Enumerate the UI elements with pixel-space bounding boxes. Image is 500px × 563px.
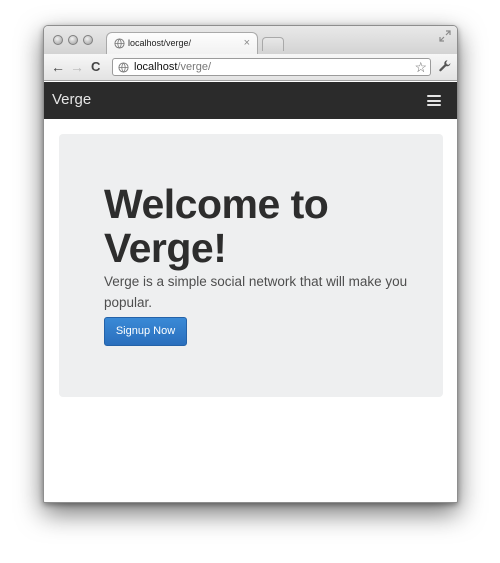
- back-arrow-icon[interactable]: ←: [51, 59, 65, 75]
- navbar-brand[interactable]: Verge: [52, 91, 91, 108]
- page-viewport: Verge Welcome to Verge! Verge is a simpl…: [44, 82, 457, 502]
- url-text: localhost/verge/: [134, 61, 211, 73]
- forward-arrow-icon[interactable]: →: [70, 59, 84, 75]
- page-title: Welcome to Verge!: [104, 181, 329, 271]
- reload-icon[interactable]: C: [91, 59, 100, 75]
- hamburger-icon[interactable]: [427, 95, 441, 106]
- globe-icon: [114, 38, 125, 49]
- wrench-icon[interactable]: [438, 59, 452, 73]
- tab-title: localhost/verge/: [128, 38, 192, 48]
- url-host: localhost: [134, 61, 178, 73]
- jumbotron: Welcome to Verge! Verge is a simple soci…: [59, 134, 443, 397]
- window-close-button[interactable]: [53, 35, 63, 45]
- fullscreen-icon[interactable]: [439, 30, 451, 42]
- globe-icon: [118, 62, 129, 73]
- window-zoom-button[interactable]: [83, 35, 93, 45]
- window-minimize-button[interactable]: [68, 35, 78, 45]
- star-icon[interactable]: ☆: [414, 59, 427, 75]
- new-tab-button[interactable]: [262, 37, 284, 51]
- lead-text: Verge is a simple social network that wi…: [104, 274, 408, 310]
- signup-button[interactable]: Signup Now: [104, 317, 187, 346]
- browser-window: localhost/verge/ × ← → C localhost/verge…: [43, 25, 458, 503]
- close-icon[interactable]: ×: [244, 36, 250, 50]
- tab-strip: localhost/verge/ ×: [44, 26, 457, 55]
- browser-tab-active[interactable]: localhost/verge/ ×: [106, 32, 258, 55]
- address-bar[interactable]: localhost/verge/ ☆: [112, 58, 431, 76]
- url-path: /verge/: [177, 61, 212, 73]
- site-navbar: Verge: [44, 82, 457, 119]
- browser-toolbar: ← → C localhost/verge/ ☆: [44, 54, 457, 81]
